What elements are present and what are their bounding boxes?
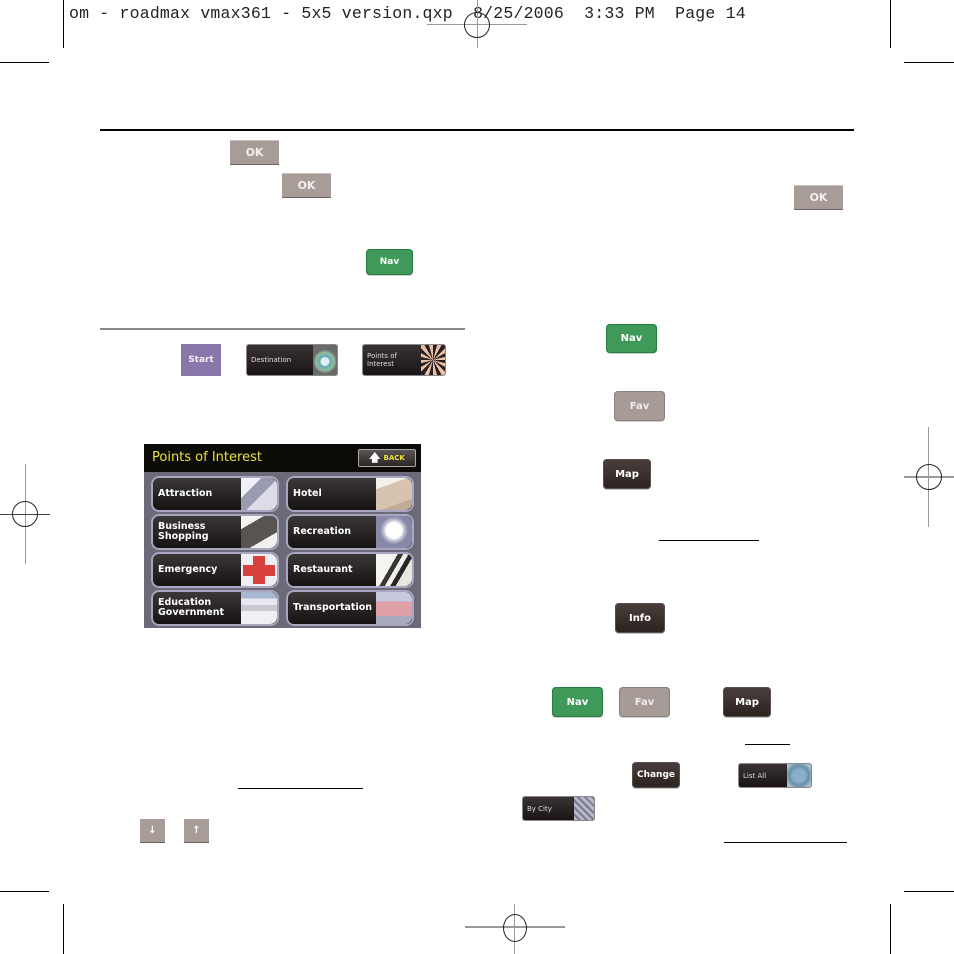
right-underline-1 (659, 540, 759, 541)
scroll-up-button[interactable]: ↑ (184, 819, 209, 843)
points-of-interest-button[interactable]: Points of Interest (362, 344, 446, 376)
ok-button-2[interactable]: OK (282, 173, 331, 198)
pinwheel-icon (421, 345, 445, 375)
crop-mark-top-left-v (63, 0, 64, 48)
registration-mark-bottom-circle (503, 914, 527, 942)
print-slug-line: om - roadmax vmax361 - 5x5 version.qxp 8… (69, 4, 746, 23)
city-building-icon (574, 797, 594, 820)
fav-button-right[interactable]: Fav (614, 391, 665, 421)
category-transportation[interactable]: Transportation (286, 590, 414, 626)
category-label: Restaurant (293, 564, 353, 575)
right-underline-3 (724, 842, 847, 843)
category-business-shopping[interactable]: Business Shopping (151, 514, 279, 550)
arrow-up-icon: 🡅 (369, 450, 381, 464)
category-attraction[interactable]: Attraction (151, 476, 279, 512)
start-button[interactable]: Start (181, 344, 221, 376)
scroll-down-button[interactable]: ↓ (140, 819, 165, 843)
ok-button-1[interactable]: OK (230, 140, 279, 165)
category-label: Emergency (158, 564, 218, 575)
fav-button-row[interactable]: Fav (619, 687, 670, 717)
registration-mark-left-circle (12, 501, 38, 527)
category-label: Transportation (293, 602, 373, 613)
fork-knife-icon (376, 554, 412, 586)
page-header-rule (100, 129, 854, 131)
crop-mark-top-left-h (0, 62, 49, 63)
points-of-interest-screen: Points of Interest 🡅 BACK Attraction Hot… (144, 444, 421, 628)
category-education-government[interactable]: Education Government (151, 590, 279, 626)
destination-button[interactable]: Destination (246, 344, 338, 376)
registration-mark-right-circle (916, 464, 942, 490)
points-of-interest-label: Points of Interest (367, 352, 397, 368)
left-underline (238, 788, 363, 789)
crop-mark-bottom-left-h (0, 891, 49, 892)
map-button-right[interactable]: Map (603, 459, 651, 489)
camera-icon (241, 478, 277, 510)
list-all-label: List All (743, 771, 767, 780)
red-cross-icon (241, 554, 277, 586)
change-button[interactable]: Change (632, 762, 680, 788)
category-recreation[interactable]: Recreation (286, 514, 414, 550)
car-icon (376, 592, 412, 624)
back-label: BACK (383, 454, 405, 462)
poi-header: Points of Interest 🡅 BACK (144, 444, 421, 472)
map-thumbnail-icon (787, 764, 811, 787)
section-rule (100, 328, 465, 330)
back-button[interactable]: 🡅 BACK (358, 449, 416, 467)
crop-mark-top-right-v (890, 0, 891, 48)
golf-ball-icon (376, 516, 412, 548)
category-restaurant[interactable]: Restaurant (286, 552, 414, 588)
list-all-button[interactable]: List All (738, 763, 812, 788)
crop-mark-bottom-right-h (904, 891, 954, 892)
registration-mark-top-circle (464, 12, 490, 38)
crop-mark-bottom-right-v (890, 904, 891, 954)
poi-title: Points of Interest (152, 450, 262, 465)
right-underline-2 (745, 744, 790, 745)
crop-mark-top-right-h (904, 62, 954, 63)
crop-mark-bottom-left-v (63, 904, 64, 954)
capitol-building-icon (241, 592, 277, 624)
by-city-label: By City (527, 804, 552, 813)
category-label: Education Government (158, 597, 225, 618)
category-label: Hotel (293, 488, 322, 499)
nav-button-right[interactable]: Nav (606, 324, 657, 353)
map-button-row[interactable]: Map (723, 687, 771, 717)
category-label: Recreation (293, 526, 352, 537)
destination-label: Destination (251, 356, 292, 364)
category-emergency[interactable]: Emergency (151, 552, 279, 588)
ok-button-right[interactable]: OK (794, 185, 843, 210)
info-button[interactable]: Info (615, 603, 665, 633)
category-label: Business Shopping (158, 521, 209, 542)
bed-icon (376, 478, 412, 510)
nav-button-row[interactable]: Nav (552, 687, 603, 717)
by-city-button[interactable]: By City (522, 796, 595, 821)
category-label: Attraction (158, 488, 213, 499)
globe-icon (313, 345, 337, 375)
nav-button[interactable]: Nav (366, 249, 413, 275)
category-hotel[interactable]: Hotel (286, 476, 414, 512)
briefcase-icon (241, 516, 277, 548)
